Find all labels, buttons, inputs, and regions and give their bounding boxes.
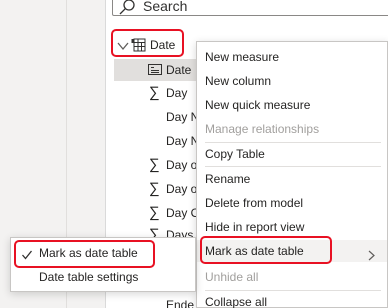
- field-label: Day O: [166, 206, 201, 220]
- sigma-icon: ∑: [149, 180, 160, 197]
- tree-field[interactable]: Date: [166, 59, 191, 81]
- menu-item-label: Hide in report view: [205, 220, 305, 234]
- field-label: Day N: [166, 134, 200, 148]
- menu-item-mark-as-date-table[interactable]: Mark as date table: [197, 240, 387, 262]
- tree-field[interactable]: Day O: [166, 202, 200, 224]
- search-icon: [118, 0, 136, 18]
- tree-field[interactable]: Day: [166, 82, 187, 104]
- tree-field[interactable]: Day o: [166, 154, 197, 176]
- checkmark-icon: [21, 246, 33, 268]
- tree-field[interactable]: Day o: [166, 178, 197, 200]
- menu-separator: [205, 166, 381, 167]
- table-icon: [131, 38, 146, 55]
- tree-field[interactable]: Day N: [166, 106, 199, 128]
- menu-item-label: New column: [205, 74, 272, 88]
- field-label: Day: [166, 86, 188, 100]
- calendar-field-icon: [148, 64, 162, 78]
- menu-item-label: Mark as date table: [205, 244, 304, 258]
- search-placeholder: Search: [143, 0, 188, 14]
- sigma-icon: ∑: [149, 204, 160, 221]
- tree-field[interactable]: Day N: [166, 130, 199, 152]
- chevron-down-icon[interactable]: [117, 40, 129, 54]
- menu-item-label: Copy Table: [205, 147, 265, 161]
- menu-item-new-column[interactable]: New column: [197, 70, 387, 92]
- menu-item-copy-table[interactable]: Copy Table: [197, 143, 387, 165]
- search-box[interactable]: Search: [112, 0, 388, 16]
- menu-item-new-quick-measure[interactable]: New quick measure: [197, 94, 387, 116]
- menu-item-delete-from-model[interactable]: Delete from model: [197, 192, 387, 214]
- menu-item-label: Rename: [205, 172, 251, 186]
- submenu: Mark as date table Date table settings: [10, 237, 196, 292]
- field-label: Day o: [166, 158, 198, 172]
- menu-item-hide-in-report-view[interactable]: Hide in report view: [197, 216, 387, 238]
- tree-field[interactable]: Ende: [166, 294, 194, 308]
- menu-item-rename[interactable]: Rename: [197, 168, 387, 190]
- menu-item-label: Delete from model: [205, 196, 304, 210]
- chevron-right-icon: [368, 246, 375, 268]
- table-name: Date: [150, 38, 176, 52]
- submenu-item-mark-as-date-table[interactable]: Mark as date table: [11, 242, 195, 264]
- field-label: Day N: [166, 110, 200, 124]
- menu-item-collapse-all[interactable]: Collapse all: [197, 291, 387, 308]
- menu-item-unhide-all: Unhide all: [197, 266, 387, 288]
- menu-item-label: New measure: [205, 50, 280, 64]
- sigma-icon: ∑: [149, 156, 160, 173]
- sigma-icon: ∑: [149, 84, 160, 101]
- tree-table-date[interactable]: Date: [150, 34, 175, 56]
- submenu-item-date-table-settings[interactable]: Date table settings: [11, 266, 195, 288]
- submenu-item-label: Mark as date table: [39, 246, 138, 260]
- field-label: Ende: [166, 298, 195, 308]
- menu-item-label: Unhide all: [205, 270, 259, 284]
- submenu-item-label: Date table settings: [39, 270, 139, 284]
- menu-item-label: New quick measure: [205, 98, 311, 112]
- menu-item-label: Manage relationships: [205, 122, 320, 136]
- field-label: Date: [166, 63, 192, 77]
- menu-item-manage-relationships: Manage relationships: [197, 118, 387, 140]
- context-menu: New measure New column New quick measure…: [196, 41, 388, 308]
- field-label: Day o: [166, 182, 198, 196]
- menu-item-label: Collapse all: [205, 295, 268, 308]
- menu-item-new-measure[interactable]: New measure: [197, 46, 387, 68]
